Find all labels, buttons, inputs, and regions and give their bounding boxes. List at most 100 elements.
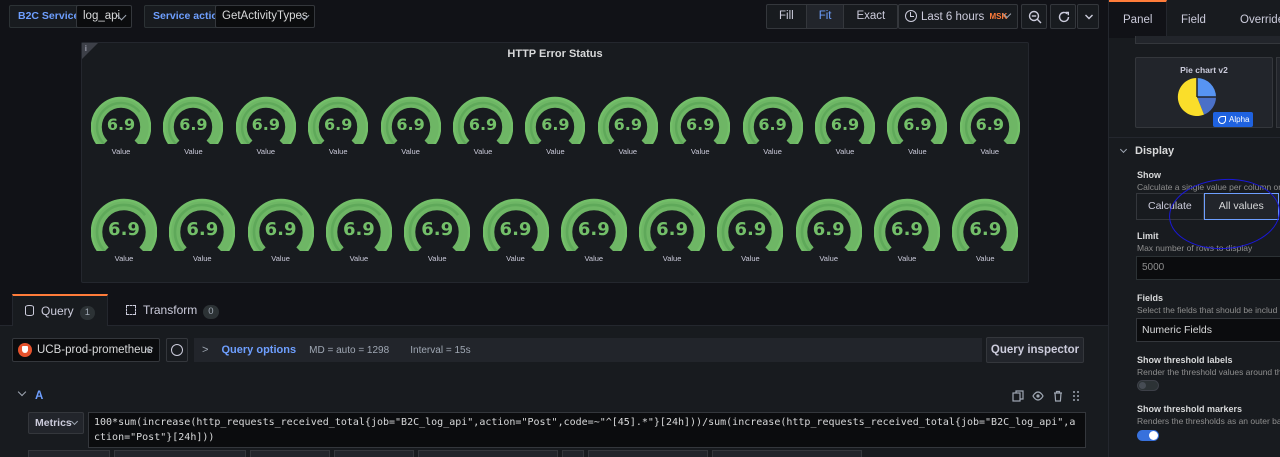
gauge-value: 6.9 — [264, 218, 297, 240]
query-inspector-button[interactable]: Query inspector — [986, 337, 1084, 363]
gauge-value: 6.9 — [969, 218, 1002, 240]
refresh-interval-button[interactable] — [1077, 4, 1099, 29]
query-ref-id[interactable]: A — [35, 390, 43, 402]
query-builder-chip[interactable] — [250, 450, 330, 457]
show-desc: Calculate a single value per column or — [1137, 182, 1280, 192]
viz-card-next[interactable] — [1276, 57, 1280, 128]
gauge: 6.9 Value — [380, 95, 441, 156]
time-range-label: Last 6 hours — [921, 11, 985, 23]
gauge-label: Value — [546, 146, 565, 156]
query-expression-input[interactable]: 100*sum(increase(http_requests_received_… — [88, 412, 1086, 448]
time-picker-button[interactable]: Last 6 hours MSK — [898, 4, 1018, 29]
gauge-label: Value — [763, 146, 782, 156]
database-icon — [25, 305, 34, 316]
gauge-value: 6.9 — [342, 218, 375, 240]
panel-title: HTTP Error Status — [507, 48, 603, 60]
zoom-out-button[interactable] — [1021, 4, 1047, 29]
gauge: 6.9 Value — [560, 197, 627, 263]
gauge-label: Value — [349, 253, 369, 263]
variable-value-action: GetActivityTypes — [222, 10, 308, 22]
query-builder-chip[interactable] — [562, 450, 584, 457]
gauge-label: Value — [473, 146, 493, 156]
query-builder-chip[interactable] — [114, 450, 246, 457]
threshold-markers-toggle[interactable] — [1137, 430, 1159, 441]
viz-card-title: Pie chart v2 — [1180, 65, 1228, 75]
query-options-bar[interactable]: > Query options MD = auto = 1298 Interva… — [194, 338, 982, 362]
query-builder-chip[interactable] — [418, 450, 558, 457]
gauge-label: Value — [662, 253, 682, 263]
variable-select-action[interactable]: GetActivityTypes — [215, 5, 315, 28]
eye-icon[interactable] — [1032, 390, 1044, 402]
gauge-value: 6.9 — [758, 114, 787, 134]
query-builder-chip[interactable] — [588, 450, 708, 457]
query-options-title: Query options — [221, 344, 297, 356]
threshold-labels-toggle[interactable] — [1137, 380, 1159, 391]
show-option-all-values[interactable]: All values — [1203, 193, 1279, 220]
variable-select-service[interactable]: GetActivityTypes log_api — [76, 5, 132, 28]
gauge-label: Value — [427, 253, 447, 263]
duplicate-icon[interactable] — [1012, 390, 1024, 402]
query-builder-strip — [0, 450, 1108, 457]
gauge-value: 6.9 — [975, 114, 1004, 134]
trash-icon[interactable] — [1052, 390, 1064, 402]
drag-handle-icon[interactable] — [1070, 390, 1082, 402]
gauge-label: Value — [897, 253, 917, 263]
gauge: 6.9 Value — [525, 95, 586, 156]
gauge: 6.9 Value — [815, 95, 875, 156]
threshold-labels-desc: Render the threshold values around the — [1137, 367, 1280, 377]
datasource-help-button[interactable] — [166, 338, 188, 362]
gauge-value: 6.9 — [734, 218, 767, 240]
gauge-value: 6.9 — [186, 218, 219, 240]
gauge-label: Value — [980, 146, 1000, 156]
tab-overrides[interactable]: Overrides — [1226, 0, 1280, 38]
query-builder-chip[interactable] — [334, 450, 414, 457]
tab-transform[interactable]: Transform 0 — [114, 294, 231, 326]
gauge-value: 6.9 — [108, 218, 140, 240]
fields-desc: Select the fields that should be includ — [1137, 305, 1278, 315]
chevron-down-icon — [70, 417, 79, 426]
datasource-picker[interactable]: UCB-prod-prometheus — [12, 338, 160, 362]
gauge-value: 6.9 — [251, 114, 280, 134]
collapse-icon[interactable] — [17, 387, 27, 397]
query-builder-chip[interactable] — [28, 450, 110, 457]
view-mode-exact[interactable]: Exact — [844, 5, 897, 28]
tab-query[interactable]: Query 1 — [12, 294, 108, 326]
gauge: 6.9 Value — [959, 95, 1020, 156]
datasource-name: UCB-prod-prometheus — [37, 344, 153, 356]
gauge: 6.9 Value — [235, 95, 296, 156]
view-mode-fill[interactable]: Fill — [767, 5, 807, 28]
gauge: 6.9 Value — [325, 197, 392, 263]
query-tabs: Query 1 Transform 0 — [0, 294, 1108, 326]
show-radio-group: Calculate All values — [1136, 193, 1279, 220]
fields-select[interactable]: Numeric Fields — [1136, 318, 1280, 342]
gauge-value: 6.9 — [903, 114, 932, 134]
query-options-md: MD = auto = 1298 — [309, 345, 390, 356]
show-option-calculate[interactable]: Calculate — [1136, 193, 1204, 220]
viz-card-pie-chart[interactable]: Pie chart v2 Alpha — [1135, 57, 1273, 128]
query-builder-chip[interactable] — [712, 450, 862, 457]
tab-field[interactable]: Field — [1167, 0, 1220, 38]
tab-panel[interactable]: Panel — [1109, 0, 1168, 38]
gauge-value: 6.9 — [541, 114, 570, 134]
tab-query-label: Query — [41, 304, 74, 318]
gauge-value: 6.9 — [812, 218, 845, 240]
limit-input[interactable]: 5000 — [1136, 256, 1280, 280]
refresh-button[interactable] — [1050, 4, 1076, 29]
tab-query-count: 1 — [79, 306, 95, 320]
threshold-markers-title: Show threshold markers — [1137, 404, 1243, 414]
gauge-value: 6.9 — [324, 114, 353, 134]
gauge-label: Value — [328, 146, 348, 156]
view-mode-fit[interactable]: Fit — [806, 5, 845, 28]
metrics-browser-button[interactable]: Metrics — [28, 412, 84, 434]
query-options-interval: Interval = 15s — [410, 345, 471, 356]
gauge-label: Value — [819, 253, 838, 263]
viz-card-above[interactable] — [1135, 36, 1280, 44]
gauge-label: Value — [271, 253, 290, 263]
gauge-value: 6.9 — [686, 114, 715, 134]
section-display[interactable]: Display — [1109, 137, 1280, 161]
gauge-value: 6.9 — [106, 114, 136, 134]
limit-desc: Max number of rows to display — [1137, 243, 1253, 253]
panel-preview: i HTTP Error Status 6.9 Value 6.9 Value 6.9 V… — [81, 42, 1029, 283]
gauge-value: 6.9 — [499, 218, 532, 240]
gauge-value: 6.9 — [396, 114, 425, 134]
